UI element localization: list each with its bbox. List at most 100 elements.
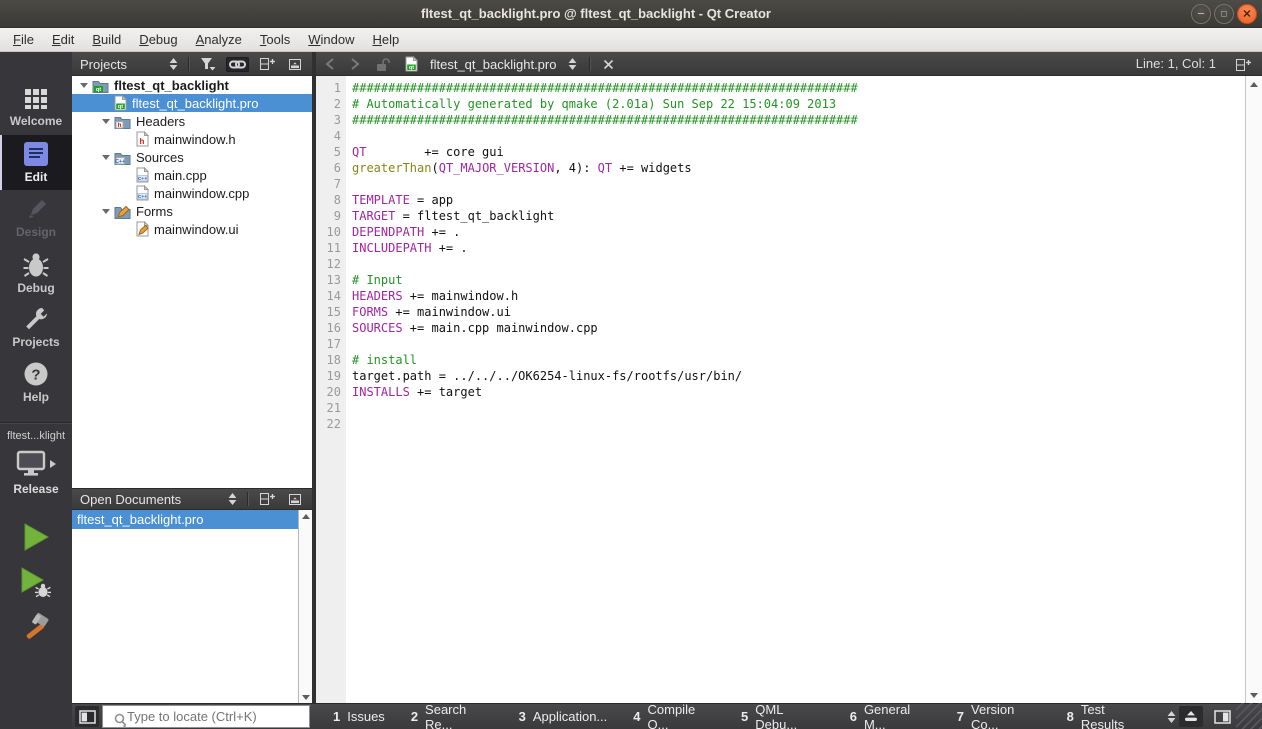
tree-item-fltest-qt-backlight[interactable]: qtfltest_qt_backlight [72,76,312,94]
build-run-actions [0,520,72,644]
scroll-down-button[interactable] [1246,689,1262,701]
open-documents-scrollbar[interactable] [298,510,312,703]
menu-debug[interactable]: Debug [130,28,186,52]
code-line: greaterThan(QT_MAJOR_VERSION, 4): QT += … [352,160,1245,176]
toggle-right-sidebar-button[interactable] [1211,708,1234,726]
line-number: 16 [316,320,341,336]
updown-button[interactable] [225,490,240,508]
open-document-fltest-qt-backlight-pro[interactable]: fltest_qt_backlight.pro [72,510,298,529]
scroll-down-button[interactable] [299,691,312,703]
panel-close-button[interactable] [285,56,305,73]
toggle-left-sidebar-button[interactable] [75,706,99,727]
tree-item-mainwindow-cpp[interactable]: C++mainwindow.cpp [72,184,312,202]
cursor-position-label: Line: 1, Col: 1 [1136,52,1216,76]
menu-tools[interactable]: Tools [251,28,299,52]
line-number: 21 [316,400,341,416]
panel-close-button[interactable] [285,491,305,508]
output-pane-issues[interactable]: 1Issues [320,704,398,729]
tree-item-headers[interactable]: hHeaders [72,112,312,130]
editor-code[interactable]: ########################################… [346,76,1245,703]
filter-button[interactable] [197,55,219,73]
code-line [352,416,1245,432]
output-pane-qml-debu[interactable]: 5QML Debu... [728,704,837,729]
mode-welcome[interactable]: Welcome [0,80,72,135]
output-pane-application[interactable]: 3Application... [506,704,621,729]
open-document-selector[interactable]: fltest_qt_backlight.pro [430,57,556,72]
link-button[interactable] [226,57,249,72]
svg-text:qt: qt [118,104,123,110]
line-number: 12 [316,256,341,272]
open-documents-title[interactable]: Open Documents [72,492,225,507]
output-pane-compile-o[interactable]: 4Compile O... [620,704,728,729]
output-pane-general-m[interactable]: 6General M... [837,704,944,729]
locator-input[interactable] [102,705,310,728]
mode-label: Debug [17,281,54,295]
output-pane-version-co[interactable]: 7Version Co... [944,704,1054,729]
go-forward-icon [350,57,360,71]
tree-item-mainwindow-h[interactable]: hmainwindow.h [72,130,312,148]
code-line [352,176,1245,192]
svg-text:?: ? [31,367,40,384]
projects-panel-title[interactable]: Projects [72,57,166,72]
expand-arrow-icon[interactable] [98,155,114,160]
tree-item-label: mainwindow.h [154,132,236,147]
code-line: DEPENDPATH += . [352,224,1245,240]
projects-header-icons [166,55,312,73]
minimize-button[interactable]: – [1191,4,1211,24]
menu-help[interactable]: Help [363,28,408,52]
editor-scrollbar[interactable] [1245,76,1262,703]
code-line: # install [352,352,1245,368]
panel-right-icon [1214,710,1231,724]
tree-item-forms[interactable]: Forms [72,202,312,220]
menu-build[interactable]: Build [83,28,130,52]
go-forward-button[interactable] [347,55,363,73]
menu-window[interactable]: Window [299,28,363,52]
open-documents-header-icons [225,490,312,508]
close-document-button[interactable] [600,57,617,72]
file-ui-icon [136,221,149,237]
menu-analyze[interactable]: Analyze [187,28,251,52]
run-debug-button[interactable] [17,565,55,599]
updown-button[interactable] [166,55,181,73]
mode-debug[interactable]: Debug [0,245,72,300]
tree-item-main-cpp[interactable]: C++main.cpp [72,166,312,184]
maximize-button[interactable]: □ [1214,4,1234,24]
mode-projects[interactable]: Projects [0,300,72,355]
folder-h-icon: h [114,114,131,129]
updown-icon [228,492,237,506]
tree-item-fltest-qt-backlight-pro[interactable]: qtfltest_qt_backlight.pro [72,94,312,112]
tree-item-mainwindow-ui[interactable]: mainwindow.ui [72,220,312,238]
expand-arrow-icon[interactable] [76,83,92,88]
top-toolbar: Projects qt fltest_qt_backlight.pro Line… [72,52,1262,76]
output-pane-search-re[interactable]: 2Search Re... [398,704,506,729]
split-add-button[interactable] [256,55,278,73]
go-back-button[interactable] [322,55,338,73]
split-add-button[interactable] [256,490,278,508]
tree-item-label: Forms [136,204,173,219]
scroll-up-button[interactable] [1246,78,1262,90]
code-line: # Input [352,272,1245,288]
split-editor-button[interactable] [1232,56,1254,74]
output-pane-dropdown-button[interactable] [1164,708,1179,726]
close-button[interactable]: ✕ [1237,4,1257,24]
output-pane-tabs: 1Issues2Search Re...3Application...4Comp… [320,704,1160,729]
projects-panel-header: Projects [72,52,312,76]
scroll-up-button[interactable] [299,510,312,522]
tree-item-sources[interactable]: C++Sources [72,148,312,166]
window-resize-grip[interactable] [1236,703,1262,729]
output-pane-test-results[interactable]: 8Test Results [1054,704,1160,729]
mode-edit[interactable]: Edit [0,135,72,190]
maximize-output-pane-button[interactable] [1179,706,1203,727]
expand-arrow-icon[interactable] [98,209,114,214]
mode-label: Help [23,390,49,404]
menu-file[interactable]: File [4,28,43,52]
left-sidebar-panels: qtfltest_qt_backlightqtfltest_qt_backlig… [72,76,312,703]
expand-arrow-icon[interactable] [98,119,114,124]
welcome-icon [24,87,48,111]
document-dropdown-button[interactable] [565,55,580,73]
menu-edit[interactable]: Edit [43,28,83,52]
mode-help[interactable]: ? Help [0,355,72,410]
kit-selector-button[interactable] [0,450,72,478]
run-button[interactable] [18,520,54,554]
build-button[interactable] [18,610,54,644]
